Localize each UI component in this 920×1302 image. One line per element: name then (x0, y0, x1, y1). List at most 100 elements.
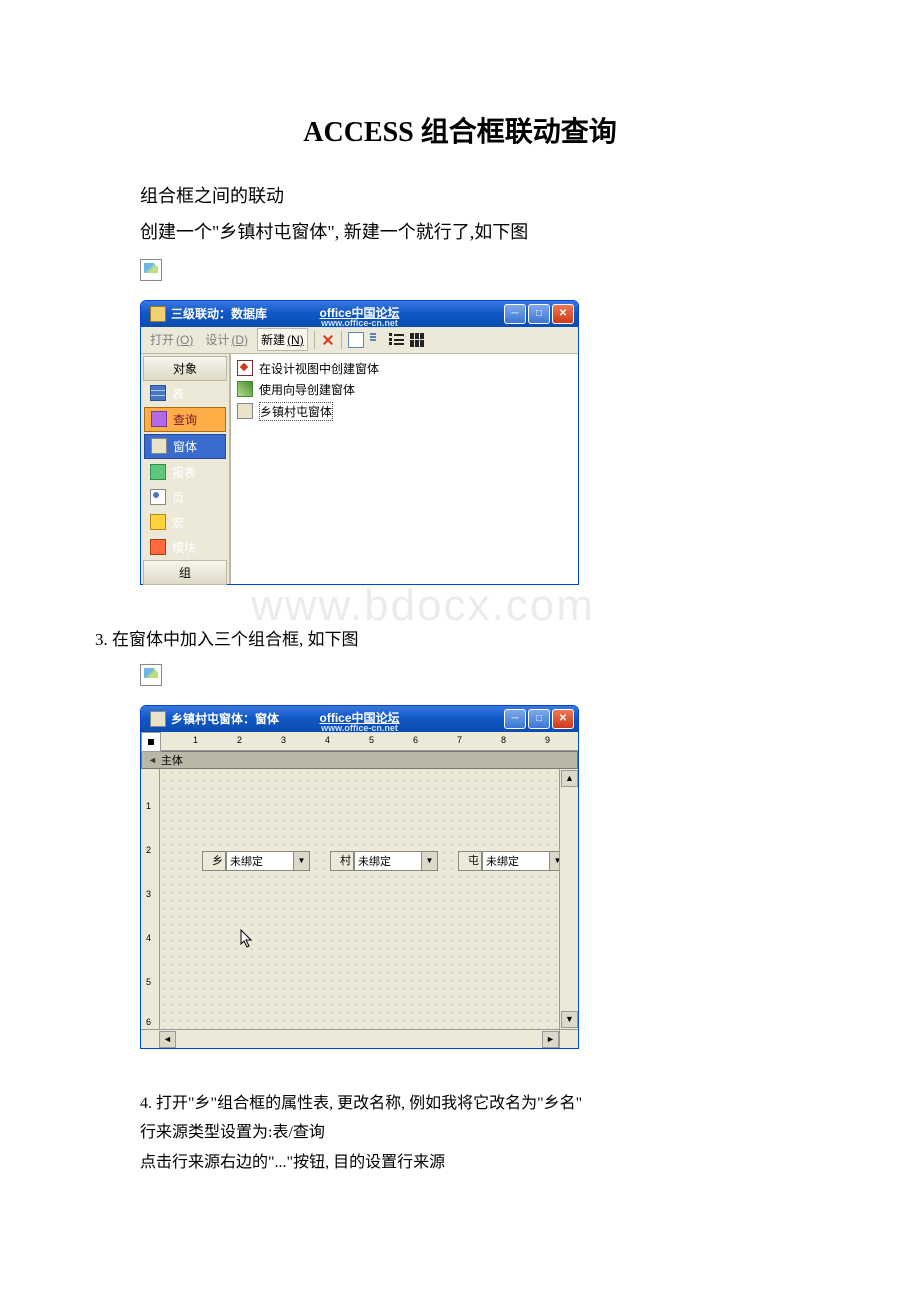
ruler-mark: 2 (146, 845, 151, 855)
minimize-button[interactable]: ─ (504, 304, 526, 324)
details-view-icon[interactable] (410, 333, 424, 347)
close-button[interactable]: ✕ (552, 709, 574, 729)
maximize-button[interactable]: □ (528, 304, 550, 324)
scroll-right-button[interactable]: ► (542, 1031, 559, 1048)
form-icon (237, 403, 253, 419)
sidebar-label: 窗体 (173, 438, 197, 455)
ruler-mark: 1 (193, 735, 198, 745)
list-item-label: 乡镇村屯窗体 (259, 402, 333, 421)
close-button[interactable]: ✕ (552, 304, 574, 324)
sidebar-item-queries[interactable]: 查询 (144, 407, 226, 432)
combo-value[interactable]: 未绑定 (226, 851, 294, 871)
new-button[interactable]: 新建(N) (257, 328, 308, 351)
design-button[interactable]: 设计(D) (202, 329, 251, 350)
sidebar-item-forms[interactable]: 窗体 (144, 434, 226, 459)
app-icon (150, 306, 166, 322)
list-item[interactable]: 在设计视图中创建窗体 (235, 358, 574, 379)
dropdown-icon[interactable]: ▼ (294, 851, 310, 871)
sidebar-item-modules[interactable]: 模块 (144, 536, 226, 559)
combo-value[interactable]: 未绑定 (482, 851, 550, 871)
combo-label: 乡 (202, 851, 226, 871)
scrollbar-corner (559, 1030, 578, 1048)
ruler-corner[interactable] (141, 732, 161, 752)
open-label: 打开 (150, 331, 174, 348)
sidebar-item-pages[interactable]: 页 (144, 486, 226, 509)
vertical-scrollbar[interactable]: ▲ ▼ (559, 769, 578, 1029)
sidebar-label: 宏 (172, 514, 184, 531)
sidebar-label: 查询 (173, 411, 197, 428)
minimize-button[interactable]: ─ (504, 709, 526, 729)
ruler-mark: 3 (281, 735, 286, 745)
sidebar-label: 模块 (172, 539, 196, 556)
form-canvas[interactable]: 乡 未绑定 ▼ 村 未绑定 ▼ 屯 未绑定 ▼ (160, 769, 559, 1029)
ruler-mark: 8 (501, 735, 506, 745)
report-icon (150, 464, 166, 480)
sidebar-item-tables[interactable]: 表 (144, 382, 226, 405)
design-label: 设计 (205, 331, 229, 348)
form-window-title: 乡镇村屯窗体：窗体 (171, 710, 279, 727)
sidebar-label: 报表 (172, 464, 196, 481)
combo-xiang[interactable]: 乡 未绑定 ▼ (202, 851, 310, 871)
access-db-window: 三级联动：数据库 office中国论坛 www.office-cn.net ─ … (140, 300, 579, 585)
section-header-body[interactable]: 主体 (141, 751, 578, 769)
objects-header: 对象 (143, 356, 227, 381)
combo-value[interactable]: 未绑定 (354, 851, 422, 871)
vertical-ruler: 1 2 3 4 5 6 (141, 769, 160, 1029)
broken-image-icon (140, 259, 162, 281)
horizontal-scrollbar[interactable]: ◄ ► (141, 1029, 578, 1048)
dropdown-icon[interactable]: ▼ (422, 851, 438, 871)
ruler-mark: 6 (146, 1017, 151, 1027)
large-icons-view-icon[interactable] (348, 332, 364, 348)
module-icon (150, 539, 166, 555)
maximize-button[interactable]: □ (528, 709, 550, 729)
table-icon (150, 385, 166, 401)
list-item[interactable]: 使用向导创建窗体 (235, 379, 574, 400)
small-icons-view-icon[interactable] (370, 333, 384, 347)
cursor-icon (240, 929, 254, 949)
query-icon (151, 411, 167, 427)
open-button[interactable]: 打开(O) (147, 329, 196, 350)
list-item[interactable]: 乡镇村屯窗体 (235, 400, 574, 423)
ruler-mark: 3 (146, 889, 151, 899)
paragraph-2: 创建一个"乡镇村屯窗体", 新建一个就行了,如下图 (140, 216, 830, 248)
sidebar-item-macros[interactable]: 宏 (144, 511, 226, 534)
ruler-strip: 1 2 3 4 5 6 7 8 9 (161, 732, 578, 750)
paragraph-6: 点击行来源右边的"..."按钮, 目的设置行来源 (140, 1150, 830, 1176)
delete-icon[interactable] (321, 333, 335, 347)
open-key: (O) (176, 333, 193, 347)
scroll-down-button[interactable]: ▼ (561, 1011, 578, 1028)
form-titlebar[interactable]: 乡镇村屯窗体：窗体 office中国论坛 www.office-cn.net ─… (141, 706, 578, 732)
ruler-mark: 4 (146, 933, 151, 943)
scroll-left-button[interactable]: ◄ (159, 1031, 176, 1048)
app-icon (150, 711, 166, 727)
toolbar-separator (341, 331, 342, 349)
broken-image-icon (140, 664, 162, 686)
wizard-icon (237, 381, 253, 397)
groups-header[interactable]: 组 (143, 560, 227, 585)
ruler-mark: 7 (457, 735, 462, 745)
horizontal-ruler: 1 2 3 4 5 6 7 8 9 (141, 732, 578, 751)
ruler-mark: 5 (369, 735, 374, 745)
ruler-mark: 1 (146, 801, 151, 811)
sidebar-item-reports[interactable]: 报表 (144, 461, 226, 484)
sidebar-label: 页 (172, 489, 184, 506)
scroollbar-track[interactable] (176, 1030, 542, 1048)
ruler-mark: 4 (325, 735, 330, 745)
forum-url[interactable]: www.office-cn.net (321, 318, 398, 328)
combo-tun[interactable]: 屯 未绑定 ▼ (458, 851, 566, 871)
design-key: (D) (231, 333, 248, 347)
paragraph-1: 组合框之间的联动 (140, 180, 830, 212)
page-title: ACCESS 组合框联动查询 (90, 110, 830, 150)
sidebar-label: 表 (172, 385, 184, 402)
combo-cun[interactable]: 村 未绑定 ▼ (330, 851, 438, 871)
paragraph-3: 3. 在窗体中加入三个组合框, 如下图 (95, 625, 830, 650)
objects-sidebar: 对象 表 查询 窗体 报表 页 宏 模块 组 (141, 354, 230, 584)
scroll-up-button[interactable]: ▲ (561, 770, 578, 787)
page-icon (150, 489, 166, 505)
ruler-mark: 6 (413, 735, 418, 745)
objects-list: 在设计视图中创建窗体 使用向导创建窗体 乡镇村屯窗体 (230, 354, 578, 584)
db-titlebar[interactable]: 三级联动：数据库 office中国论坛 www.office-cn.net ─ … (141, 301, 578, 327)
combo-label: 屯 (458, 851, 482, 871)
list-view-icon[interactable] (390, 333, 404, 347)
paragraph-4: 4. 打开"乡"组合框的属性表, 更改名称, 例如我将它改名为"乡名" (140, 1091, 830, 1117)
